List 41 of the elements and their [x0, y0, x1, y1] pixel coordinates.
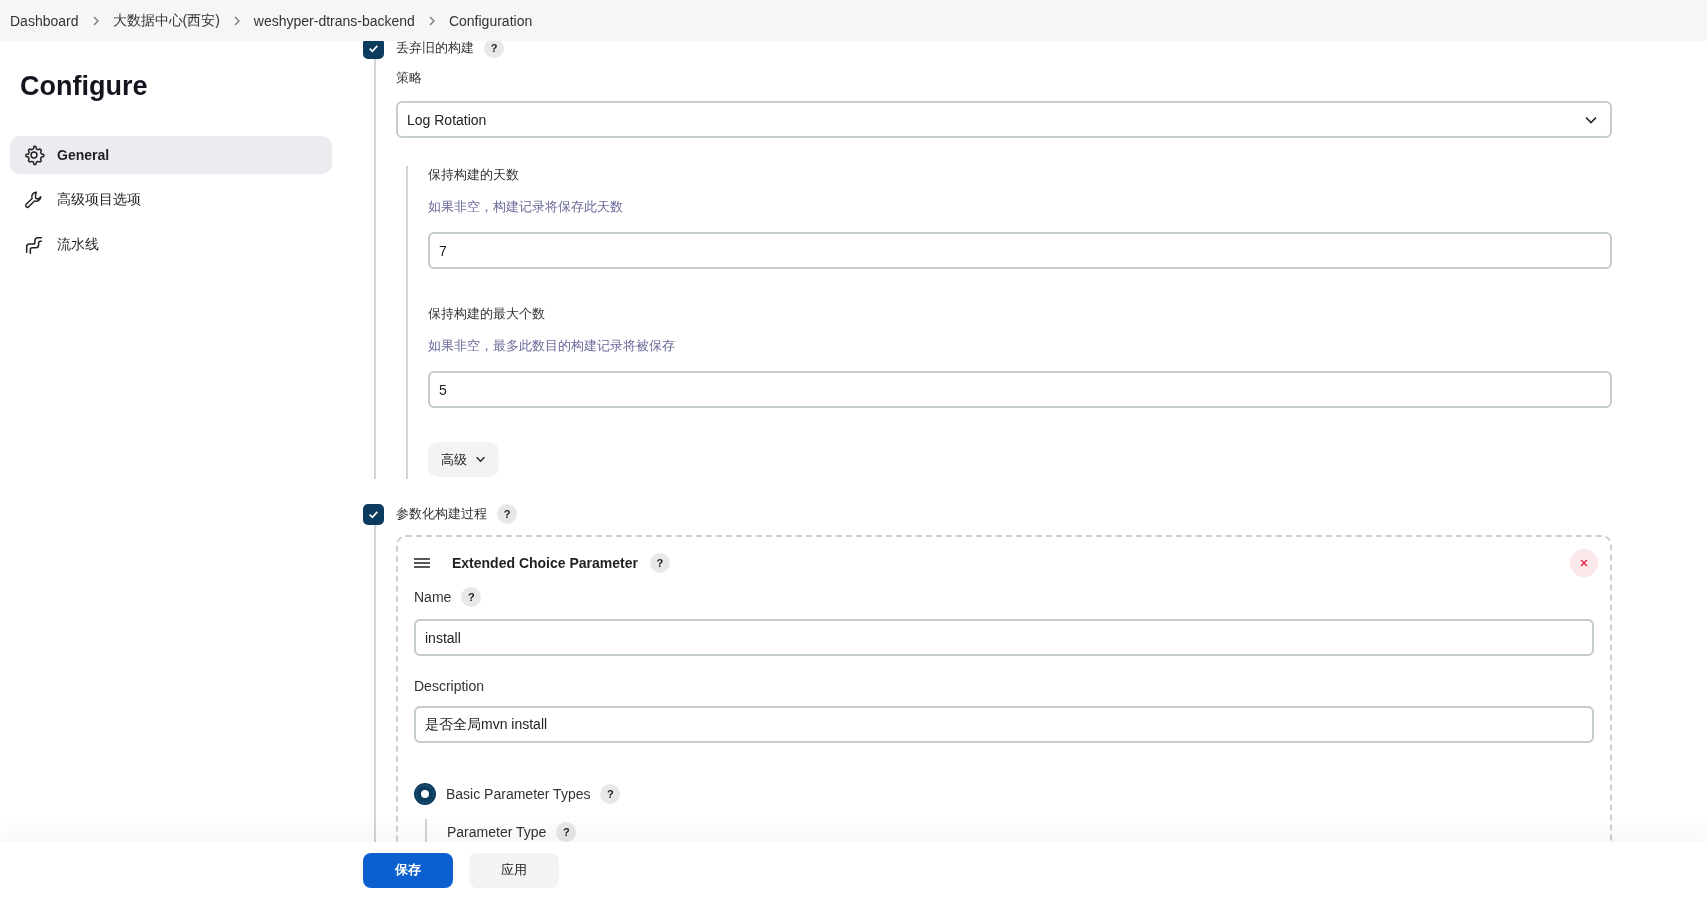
help-button[interactable]: ?: [649, 553, 670, 573]
input-field[interactable]: install: [414, 619, 1594, 656]
input-field[interactable]: 7: [428, 232, 1612, 269]
field-hint: 如果非空，最多此数目的构建记录将被保存: [428, 337, 676, 355]
close-icon: [1579, 558, 1589, 568]
input-field[interactable]: 是否全局mvn install: [414, 706, 1594, 743]
field-hint: 如果非空，构建记录将保存此天数: [428, 198, 624, 216]
help-button[interactable]: ?: [600, 784, 621, 804]
checkbox-label: 参数化构建过程: [396, 505, 487, 523]
sidebar-item[interactable]: 流水线: [10, 226, 332, 264]
sidebar-item[interactable]: General: [10, 136, 332, 174]
checkbox[interactable]: [363, 503, 384, 525]
breadcrumb-link[interactable]: Dashboard: [10, 12, 79, 29]
breadcrumb-link[interactable]: 大数据中心(西安): [112, 11, 220, 30]
field-label: Name: [414, 589, 452, 605]
checkbox-label: 丢弃旧的构建: [396, 39, 474, 57]
page-title: Configure: [20, 71, 149, 102]
field-label: Parameter Type: [447, 824, 547, 840]
field-label: 保持构建的最大个数: [428, 305, 546, 323]
field-label: 策略: [396, 69, 423, 87]
chevron-down-icon: [1585, 115, 1597, 124]
pipeline-icon: [23, 234, 45, 256]
field-label: 保持构建的天数: [428, 166, 520, 184]
help-button[interactable]: ?: [461, 587, 482, 607]
radio-label: Basic Parameter Types: [446, 786, 591, 802]
apply-button[interactable]: 应用: [469, 852, 559, 888]
gear-icon: [23, 144, 45, 166]
drag-handle-icon[interactable]: [414, 558, 430, 568]
strategy-dropdown[interactable]: Log Rotation: [396, 101, 1612, 138]
input-field[interactable]: 5: [428, 371, 1612, 408]
chevron-down-icon: [475, 456, 486, 463]
breadcrumb-link[interactable]: weshyper-dtrans-backend: [253, 12, 415, 29]
help-button[interactable]: ?: [497, 504, 517, 524]
breadcrumb-link[interactable]: Configuration: [448, 12, 533, 29]
card-title: Extended Choice Parameter: [452, 555, 638, 571]
sidebar-item[interactable]: 高级项目选项: [10, 181, 332, 219]
save-button[interactable]: 保存: [363, 852, 453, 888]
field-label: Description: [414, 678, 485, 694]
help-button[interactable]: ?: [556, 822, 577, 842]
radio-button[interactable]: [414, 783, 436, 805]
advanced-button[interactable]: 高级: [428, 442, 499, 477]
